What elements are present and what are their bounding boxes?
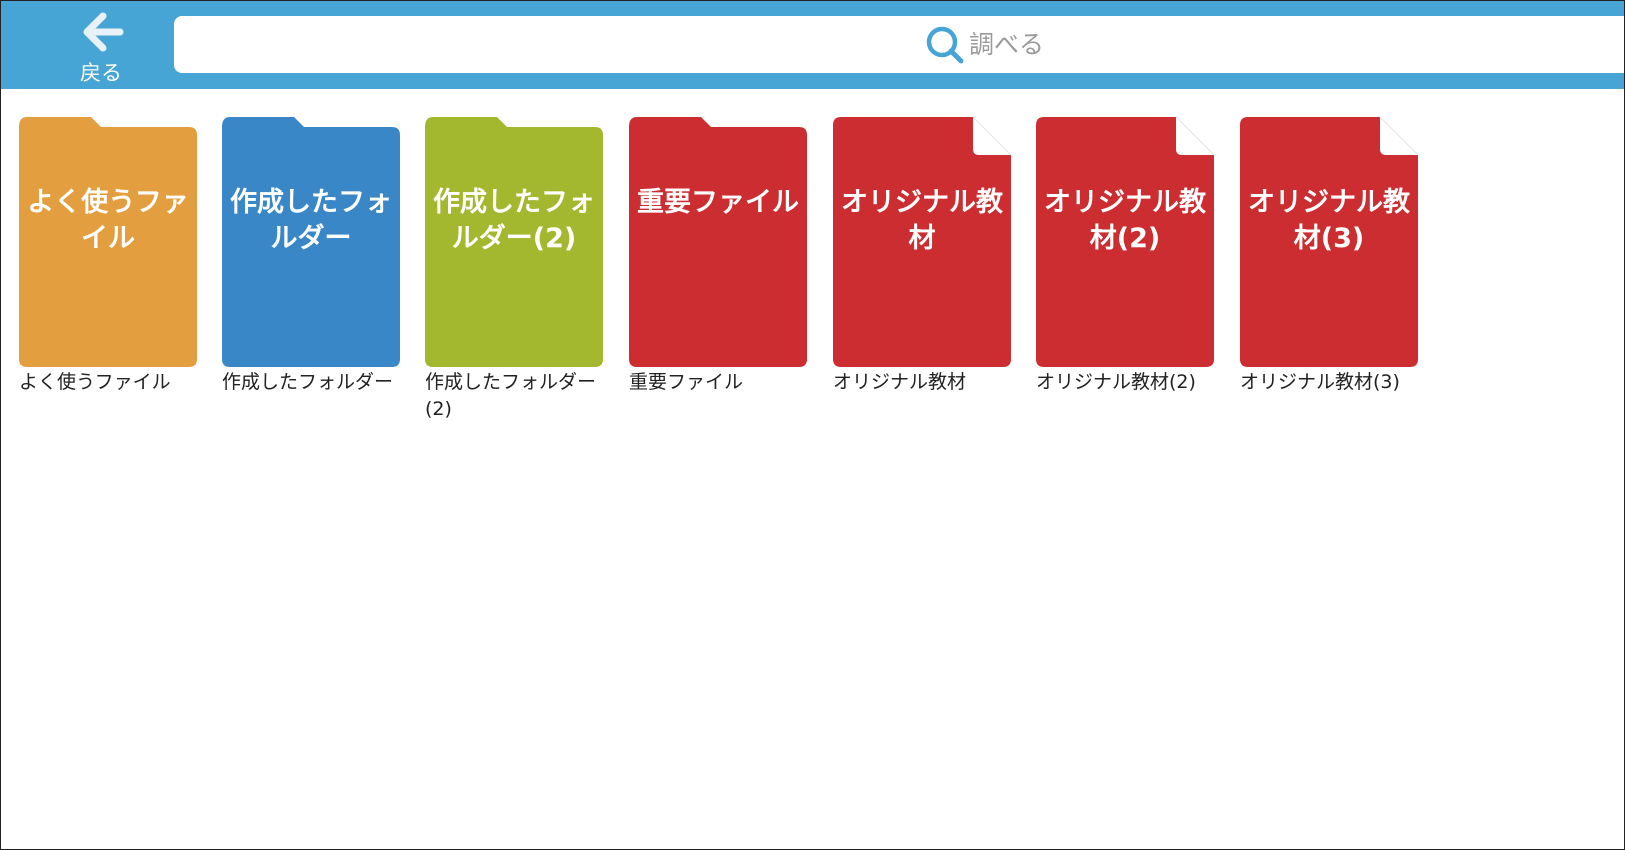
file-item[interactable]: オリジナル教材(3) オリジナル教材(3) (1240, 117, 1418, 433)
app-window: 戻る よく使うファイル よく使うファイル 作成したフォルダー 作成したフォルダー (0, 0, 1625, 850)
tile-caption: オリジナル教材 (833, 371, 967, 393)
tile-title: 作成したフォルダー(2) (433, 187, 595, 254)
folder-icon (629, 117, 807, 367)
tile-title: よく使うファイル (27, 187, 189, 254)
top-bar: 戻る (1, 1, 1624, 89)
tile-caption: 作成したフォルダー (222, 371, 394, 393)
search-input[interactable] (969, 24, 1269, 64)
folder-item[interactable]: よく使うファイル よく使うファイル (19, 117, 197, 433)
tile-caption: 重要ファイル (629, 371, 744, 393)
tile-caption: よく使うファイル (19, 371, 171, 393)
folder-item[interactable]: 作成したフォルダー(2) 作成したフォルダー(2) (425, 117, 603, 433)
search-bar[interactable] (174, 16, 1624, 73)
back-button[interactable]: 戻る (31, 5, 171, 85)
tile-title: オリジナル教材(3) (1248, 187, 1410, 254)
file-item[interactable]: オリジナル教材(2) オリジナル教材(2) (1036, 117, 1214, 433)
tile-title: オリジナル教材 (841, 187, 1003, 254)
file-item[interactable]: オリジナル教材 オリジナル教材 (833, 117, 1011, 433)
tile-title: 作成したフォルダー (230, 187, 392, 254)
tile-caption: オリジナル教材(3) (1240, 371, 1400, 393)
tile-title: オリジナル教材(2) (1044, 187, 1206, 254)
arrow-left-icon (83, 12, 124, 52)
search-icon (926, 26, 964, 64)
tile-title: 重要ファイル (637, 187, 799, 218)
folder-item[interactable]: 作成したフォルダー 作成したフォルダー (222, 117, 400, 433)
tile-caption: オリジナル教材(2) (1036, 371, 1196, 393)
back-label: 戻る (80, 61, 122, 85)
folder-item[interactable]: 重要ファイル 重要ファイル (629, 117, 807, 433)
tile-caption: 作成したフォルダー(2) (425, 371, 597, 420)
